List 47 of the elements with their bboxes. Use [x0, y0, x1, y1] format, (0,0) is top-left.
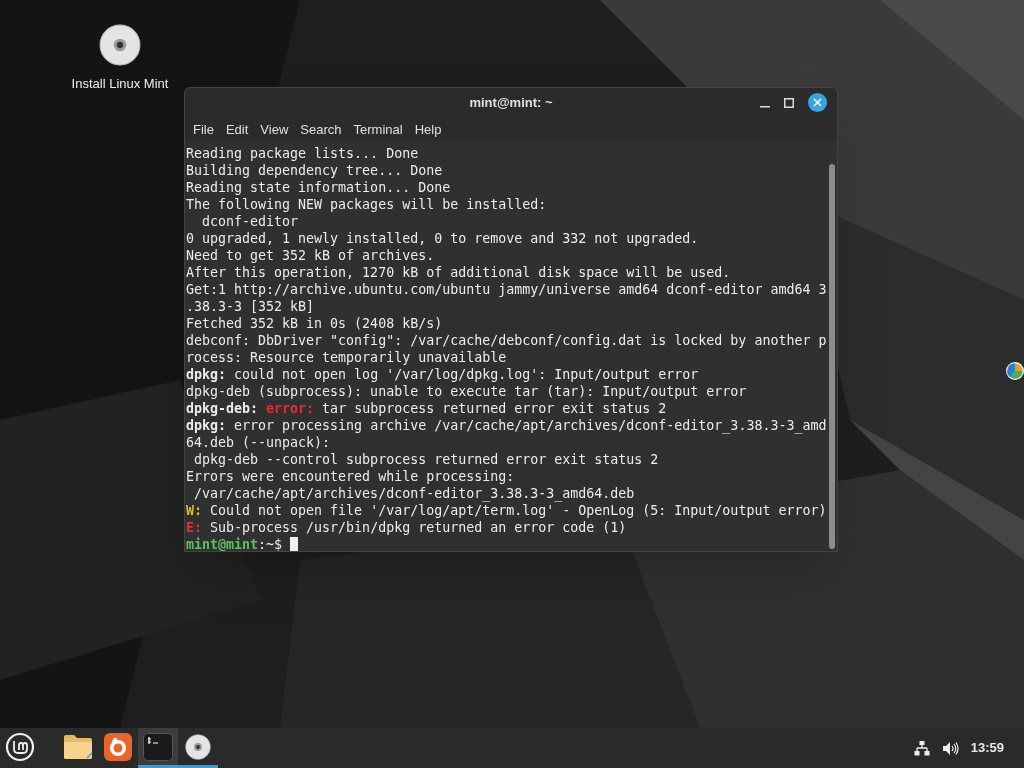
terminal-line: dpkg: error processing archive /var/cache/apt/archives/dconf-editor_3.38.3-3_amd	[186, 417, 828, 434]
browser-icon	[104, 732, 132, 761]
scrollbar[interactable]	[829, 164, 835, 549]
terminal-line: W: Could not open file '/var/log/apt/term.log' - OpenLog (5: Input/output error)	[186, 502, 828, 519]
volume-icon[interactable]	[941, 740, 959, 756]
menu-item[interactable]: File	[187, 120, 220, 140]
terminal-line: mint@mint:~$	[186, 536, 837, 551]
menu-item[interactable]: View	[254, 120, 295, 140]
terminal-line: dpkg-deb (subprocess): unable to execute tar (tar): Input/output error	[186, 383, 748, 400]
terminal-line: E: Sub-process /usr/bin/dpkg returned an error code (1)	[186, 519, 628, 536]
terminal-line: .38.3-3 [352 kB]	[186, 298, 316, 315]
terminal-line: debconf: DbDriver "config": /var/cache/debconf/config.dat is locked by another p	[186, 332, 828, 349]
terminal-line: Reading package lists... Done	[186, 145, 420, 162]
window-title: mint@mint: ~	[469, 94, 553, 113]
terminal-line: rocess: Resource temporarily unavailable	[186, 349, 508, 366]
terminal-line: Get:1 http://archive.ubuntu.com/ubuntu jammy/universe amd64 dconf-editor amd64 3	[186, 281, 828, 298]
text-cursor	[290, 537, 299, 551]
network-icon[interactable]	[913, 740, 930, 756]
terminal-line: Reading state information... Done	[186, 179, 452, 196]
app-icon[interactable]	[1005, 360, 1024, 382]
terminal-line: dpkg: could not open log '/var/log/dpkg.log': Input/output error	[186, 366, 700, 383]
taskbar-button[interactable]	[138, 728, 178, 768]
desktop-icon-label[interactable]: Install Linux Mint	[71, 74, 169, 94]
terminal-line: Fetched 352 kB in 0s (2408 kB/s)	[186, 315, 444, 332]
mint-menu-icon	[5, 731, 35, 762]
terminal-line: After this operation, 1270 kB of additional disk space will be used.	[186, 264, 732, 281]
terminal-line: dpkg-deb --control subprocess returned error exit status 2	[193, 451, 660, 468]
folder-icon	[63, 733, 93, 760]
terminal-line: dpkg-deb: error: tar subprocess returned error exit status 2	[186, 400, 668, 417]
close-icon[interactable]	[808, 93, 827, 112]
maximize-icon[interactable]	[784, 97, 794, 108]
terminal-line: /var/cache/apt/archives/dconf-editor_3.38.3-3_amd64.deb	[193, 485, 636, 502]
terminal-line: Need to get 352 kB of archives.	[186, 247, 436, 264]
terminal-line: dconf-editor	[201, 213, 300, 230]
terminal-line: 0 upgraded, 1 newly installed, 0 to remove and 332 not upgraded.	[186, 230, 700, 247]
menu-item[interactable]: Search	[294, 120, 348, 140]
disc-icon[interactable]	[99, 24, 141, 66]
terminal-line: 64.deb (--unpack):	[186, 434, 332, 451]
disc-icon	[185, 733, 211, 760]
menu-item[interactable]: Help	[408, 120, 448, 140]
menu-item[interactable]: Edit	[219, 120, 255, 140]
menu-item[interactable]: Terminal	[347, 120, 409, 140]
terminal-icon	[143, 732, 173, 761]
terminal-line: Errors were encountered while processing:	[186, 468, 516, 485]
terminal-line: The following NEW packages will be installed:	[186, 196, 548, 213]
clock[interactable]: 13:59	[970, 738, 1004, 758]
terminal-line: Building dependency tree... Done	[186, 162, 444, 179]
